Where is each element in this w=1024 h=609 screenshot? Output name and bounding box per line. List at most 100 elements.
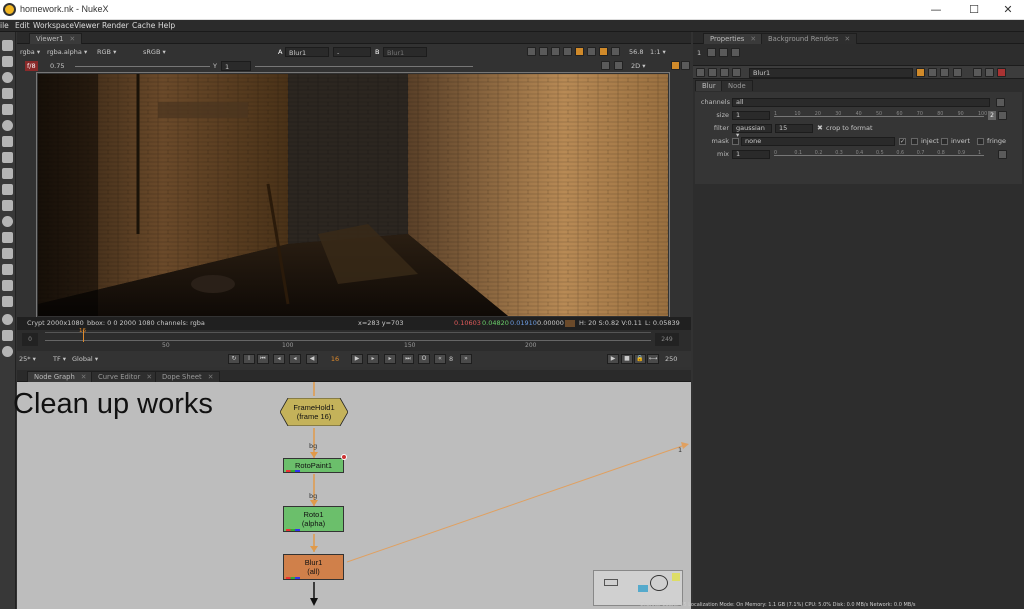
gamma-value[interactable]: 1 (221, 61, 251, 71)
node-help-icon[interactable] (708, 68, 717, 77)
channel-set-dropdown[interactable]: rgba ▾ (20, 47, 40, 57)
tab-viewer1[interactable]: Viewer1 ✕ (29, 33, 83, 44)
inject-checkbox[interactable] (911, 138, 918, 145)
keyer-nodes-icon[interactable] (2, 136, 13, 147)
channels-menu-icon[interactable] (996, 98, 1005, 107)
node-color-icon[interactable] (720, 68, 729, 77)
clear-panels-icon[interactable] (731, 48, 740, 57)
close-node-icon[interactable] (997, 68, 1006, 77)
time-nodes-icon[interactable] (2, 72, 13, 83)
channels-dropdown[interactable]: all (732, 98, 990, 107)
size-animation-icon[interactable] (998, 111, 1007, 120)
tab-dope-sheet[interactable]: Dope Sheet ✕ (155, 371, 221, 382)
transform-toggle-icon[interactable] (614, 61, 623, 70)
node-blur1[interactable]: Blur1 (all) (283, 554, 344, 580)
3d-nodes-icon[interactable] (2, 184, 13, 195)
node-graph-navigator[interactable] (593, 570, 683, 606)
air-icon[interactable] (2, 330, 13, 341)
cara-vr-icon[interactable] (2, 314, 13, 325)
colorspace-dropdown[interactable]: sRGB ▾ (143, 47, 166, 57)
mix-animation-icon[interactable] (998, 150, 1007, 159)
timeline-start[interactable]: 0 (22, 333, 38, 346)
stereo-icon[interactable] (681, 61, 690, 70)
float-icon[interactable] (985, 68, 994, 77)
particles-icon[interactable] (2, 200, 13, 211)
node-graph-canvas[interactable]: Clean up works bg bg 1 FrameHold1 (frame … (13, 382, 691, 609)
close-tab-icon[interactable]: ✕ (208, 373, 214, 381)
roi-icon[interactable] (527, 47, 536, 56)
gain-value[interactable]: 0.75 (50, 61, 64, 71)
revert-icon[interactable] (953, 68, 962, 77)
step-forward-icon[interactable]: » (460, 354, 472, 364)
in-point-icon[interactable]: I (243, 354, 255, 364)
filter-dropdown[interactable]: gaussian ▾ (732, 124, 772, 139)
close-tab-icon[interactable]: ✕ (81, 373, 87, 381)
metadata-nodes-icon[interactable] (2, 248, 13, 259)
node-name-field[interactable]: Blur1 (749, 68, 913, 78)
channel-nodes-icon[interactable] (2, 88, 13, 99)
draw-nodes-icon[interactable] (2, 56, 13, 67)
composite-dropdown[interactable]: - (333, 47, 371, 57)
undo-icon[interactable] (928, 68, 937, 77)
frame-range-icon[interactable]: ⟷ (647, 354, 659, 364)
toolsets-icon[interactable] (2, 264, 13, 275)
gamma-slider[interactable] (255, 66, 473, 67)
close-tab-icon[interactable]: ✕ (146, 373, 152, 381)
mask-checkbox[interactable] (732, 138, 739, 145)
subtab-node[interactable]: Node (721, 80, 753, 91)
flipbook-icon[interactable]: ▶ (607, 354, 619, 364)
menu-workspace[interactable]: Workspace (33, 21, 74, 30)
safe-area-icon[interactable] (539, 47, 548, 56)
viewer-image[interactable] (38, 74, 668, 316)
size-field[interactable]: 1 (732, 111, 770, 120)
first-frame-icon[interactable]: ⏮ (257, 354, 269, 364)
clipping-warning-icon[interactable] (563, 47, 572, 56)
collapse-icon[interactable] (696, 68, 705, 77)
pause-icon[interactable] (611, 47, 620, 56)
node-framehold1[interactable]: FrameHold1 (frame 16) (280, 398, 348, 426)
minimize-button[interactable]: — (918, 0, 954, 20)
timeline-end[interactable]: 249 (655, 333, 679, 346)
ratio-dropdown[interactable]: 1:1 ▾ (650, 47, 666, 57)
menu-help[interactable]: Help (158, 21, 175, 30)
step-value[interactable]: 8 (449, 354, 453, 364)
transform-nodes-icon[interactable] (2, 168, 13, 179)
close-tab-icon[interactable]: ✕ (750, 35, 756, 43)
other-nodes-icon[interactable] (2, 280, 13, 291)
settings-icon[interactable] (2, 346, 13, 357)
mask-enable-checkbox[interactable]: ✓ (899, 138, 906, 145)
tab-properties[interactable]: Properties ✕ (703, 33, 764, 44)
node-input-icon[interactable] (916, 68, 925, 77)
pencil-icon[interactable] (671, 61, 680, 70)
tab-background-renders[interactable]: Background Renders ✕ (761, 33, 858, 44)
invert-checkbox[interactable] (941, 138, 948, 145)
prev-frame-icon[interactable]: ◂ (289, 354, 301, 364)
fps-dropdown[interactable]: 25* ▾ (19, 354, 36, 364)
close-tab-icon[interactable]: ✕ (844, 35, 850, 43)
overlay-icon[interactable] (575, 47, 584, 56)
menu-edit[interactable]: Edit (15, 21, 30, 30)
subtab-blur[interactable]: Blur (695, 80, 723, 91)
tab-curve-editor[interactable]: Curve Editor ✕ (91, 371, 160, 382)
lock-panel-icon[interactable] (707, 48, 716, 57)
menu-cache[interactable]: Cache (132, 21, 155, 30)
mix-field[interactable]: 1 (732, 150, 770, 159)
redo-icon[interactable] (940, 68, 949, 77)
color-nodes-icon[interactable] (2, 104, 13, 115)
menu-render[interactable]: Render (102, 21, 129, 30)
node-settings-icon[interactable] (732, 68, 741, 77)
crop-checkbox[interactable]: ✖ (817, 123, 823, 134)
navigator-viewport[interactable] (650, 575, 668, 591)
input-a-dropdown[interactable]: Blur1 (285, 47, 329, 57)
gain-toggle[interactable]: f/8 (25, 61, 38, 71)
close-tab-icon[interactable]: ✕ (69, 35, 75, 43)
record-icon[interactable]: ■ (621, 354, 633, 364)
tab-node-graph[interactable]: Node Graph ✕ (27, 371, 94, 382)
current-frame-field[interactable]: 16 (325, 354, 345, 364)
tf-dropdown[interactable]: TF ▾ (53, 354, 66, 364)
cache-icon[interactable] (599, 47, 608, 56)
mask-dropdown[interactable]: none (741, 137, 895, 146)
alpha-channel-dropdown[interactable]: rgba.alpha ▾ (47, 47, 87, 57)
scope-dropdown[interactable]: Global ▾ (72, 354, 98, 364)
zoom-value[interactable]: 56.8 (629, 47, 643, 57)
